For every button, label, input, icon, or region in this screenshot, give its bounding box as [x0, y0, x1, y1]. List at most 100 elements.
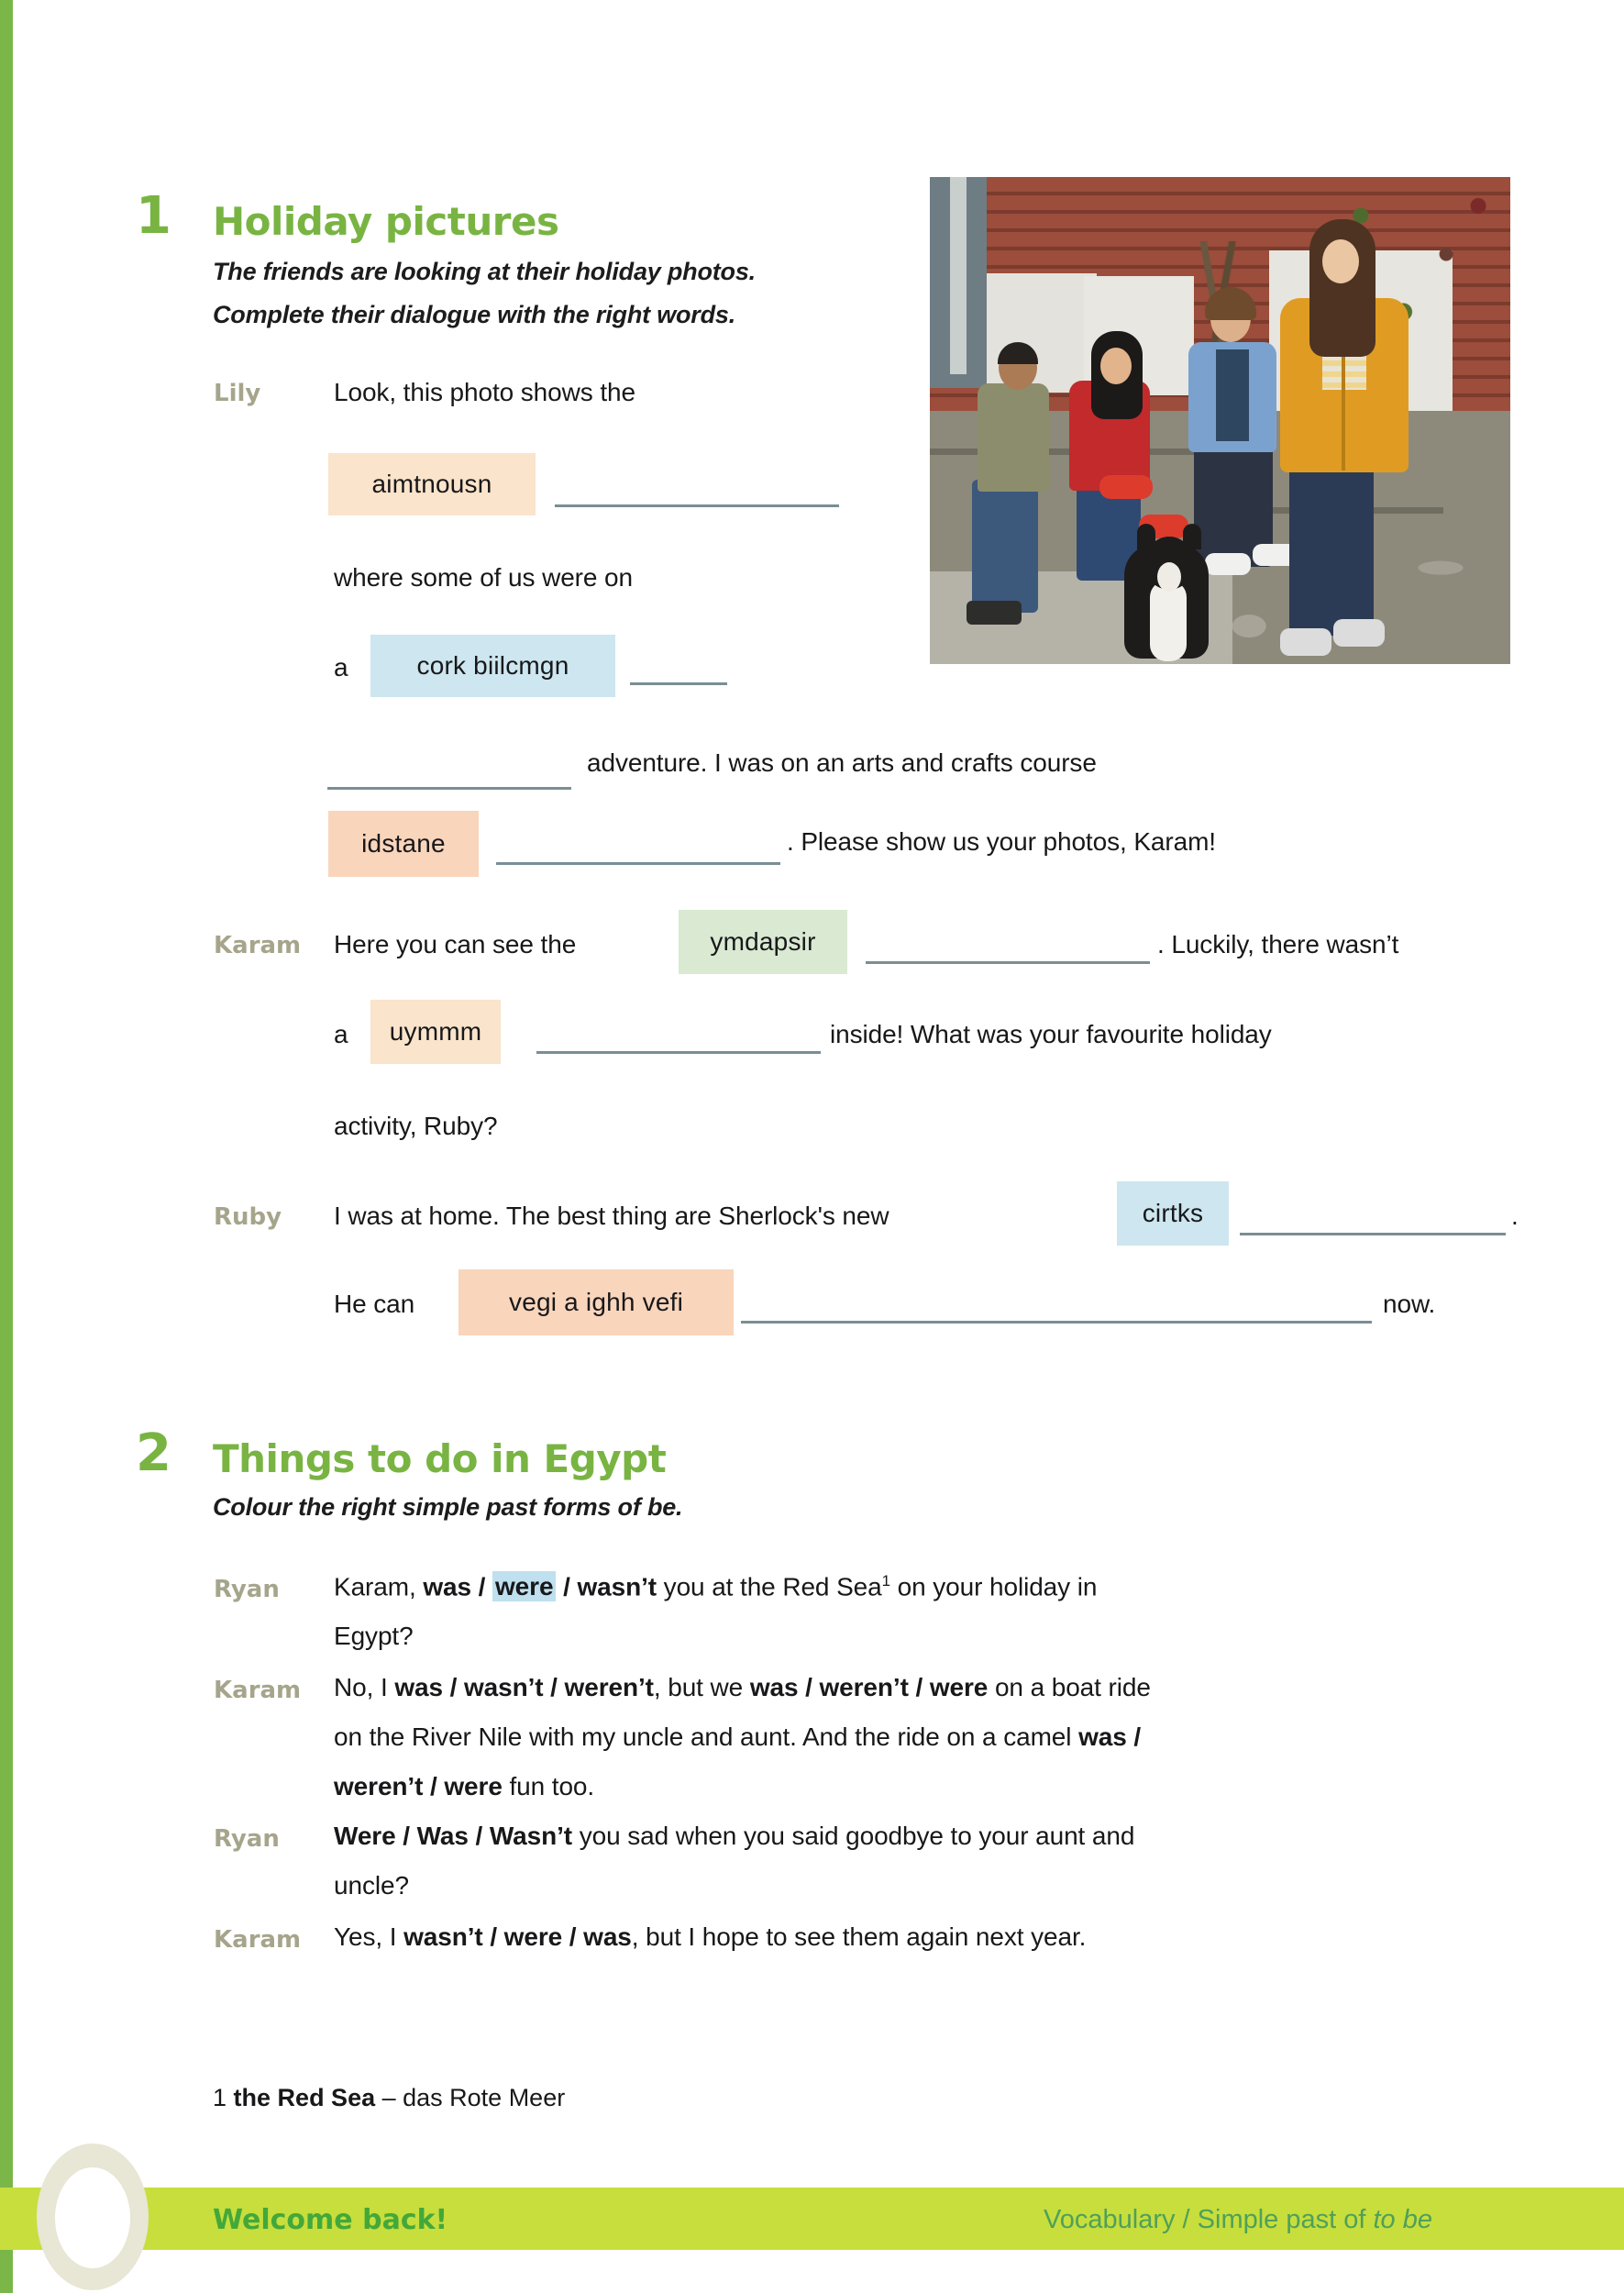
speaker-ryan-2: Ryan [214, 1825, 280, 1853]
chip-cork-biilcmgn[interactable]: cork biilcmgn [370, 635, 615, 697]
speaker-lily: Lily [214, 380, 261, 407]
lily-text-a-1: a [334, 653, 348, 681]
photo-person-1-body [978, 383, 1049, 492]
ryan-1-post: you at the Red Sea [657, 1572, 882, 1601]
footnote-marker: 1 [213, 2084, 227, 2111]
footer-topic-italic: to be [1373, 2205, 1432, 2234]
photo-person-4-face [1322, 239, 1359, 283]
answer-rule-7[interactable] [1240, 1233, 1506, 1235]
exercise-2-instruction-pre: Colour the right simple past forms of [213, 1493, 647, 1521]
karam-1-r2-p1: on the River Nile with my uncle and aunt… [334, 1723, 1079, 1751]
option-was-1[interactable]: was [423, 1572, 471, 1601]
ruby-text-2: . [1511, 1202, 1519, 1230]
karam-line-1-row3: weren’t / were fun too. [334, 1772, 594, 1801]
speaker-ruby: Ruby [214, 1203, 282, 1231]
lily-text-1: Look, this photo shows the [334, 378, 635, 406]
karam-1-p3: on a boat ride [988, 1673, 1151, 1701]
speaker-karam-2: Karam [214, 1677, 302, 1704]
karam-1-r3-p1: fun too. [502, 1772, 595, 1800]
lily-text-3: adventure. I was on an arts and crafts c… [587, 748, 1097, 777]
answer-rule-6[interactable] [536, 1051, 821, 1054]
option-group-karam-1a[interactable]: was / wasn’t / weren’t [394, 1673, 654, 1701]
karam-line-2: Yes, I wasn’t / were / was, but I hope t… [334, 1922, 1086, 1952]
lily-text-4: . Please show us your photos, Karam! [787, 827, 1216, 856]
karam-text-a-1: a [334, 1020, 348, 1048]
ryan-1-tail: on your holiday in [889, 1572, 1098, 1601]
photo-person-1-legs [972, 480, 1038, 613]
ruby-text-1: I was at home. The best thing are Sherlo… [334, 1202, 889, 1230]
photo-person-2-face [1100, 348, 1132, 384]
exercise-2-instruction: Colour the right simple past forms of be… [213, 1493, 683, 1522]
chip-vegi-a-ighh-vefi[interactable]: vegi a ighh vefi [458, 1269, 734, 1335]
option-were-1-selected[interactable]: were [492, 1571, 557, 1602]
holiday-photo [930, 177, 1510, 664]
ryan-1-pre: Karam, [334, 1572, 424, 1601]
answer-rule-8[interactable] [741, 1321, 1372, 1324]
photo-person-2-shoe [1099, 475, 1153, 499]
exercise-2-instruction-bold: be [646, 1493, 677, 1521]
karam-1-p1: No, I [334, 1673, 395, 1701]
chip-cirtks[interactable]: cirtks [1117, 1181, 1229, 1246]
answer-rule-2[interactable] [630, 682, 727, 685]
answer-rule-5[interactable] [866, 961, 1150, 964]
photo-dog-ear-right [1183, 524, 1201, 549]
photo-person-4-shoe-2 [1333, 619, 1385, 647]
photo-dog-ear-left [1137, 524, 1155, 549]
exercise-2-number: 2 [136, 1423, 171, 1483]
footnote-marker-ref: 1 [881, 1572, 890, 1590]
karam-line-1-row2: on the River Nile with my uncle and aunt… [334, 1723, 1141, 1752]
ryan-line-1: Karam, was / were / wasn’t you at the Re… [334, 1571, 1098, 1602]
answer-rule-1[interactable] [555, 504, 839, 507]
karam-2-p1: Yes, I [334, 1922, 404, 1951]
ruby-text-3: He can [334, 1290, 415, 1318]
answer-rule-3[interactable] [327, 787, 571, 790]
footnote-definition: – das Rote Meer [375, 2084, 566, 2111]
photo-person-4-shoe [1280, 628, 1331, 656]
karam-1-p2: , but we [653, 1673, 750, 1701]
photo-person-4-legs [1289, 452, 1374, 636]
photo-person-3-shirt-inner [1216, 349, 1249, 441]
worksheet-page: 1 Holiday pictures The friends are looki… [0, 0, 1624, 2293]
photo-dog-chest [1150, 581, 1187, 661]
ruby-text-4: now. [1383, 1290, 1436, 1318]
speaker-ryan-1: Ryan [214, 1576, 280, 1603]
option-group-karam-1d[interactable]: weren’t / were [334, 1772, 503, 1800]
footer-unit-title: Welcome back! [213, 2204, 448, 2236]
footer-ring-hole [55, 2167, 130, 2268]
photo-person-1-shoe [967, 601, 1022, 625]
option-group-karam-1c[interactable]: was / [1078, 1723, 1141, 1751]
karam-text-1: Here you can see the [334, 930, 577, 958]
photo-door-panel [950, 177, 967, 374]
page-left-edge-bar [0, 0, 13, 2293]
speaker-karam-3: Karam [214, 1926, 302, 1954]
ryan-line-2-row2: uncle? [334, 1871, 409, 1900]
exercise-2-instruction-post: . [676, 1493, 683, 1521]
chip-ymdapsir[interactable]: ymdapsir [679, 910, 847, 974]
ryan-line-1-row2: Egypt? [334, 1622, 414, 1650]
option-group-karam-2[interactable]: wasn’t / were / was [403, 1922, 632, 1951]
answer-rule-4[interactable] [496, 862, 780, 865]
karam-text-2: . Luckily, there wasn’t [1157, 930, 1399, 958]
karam-2-p2: , but I hope to see them again next year… [631, 1922, 1087, 1951]
option-group-karam-1b[interactable]: was / weren’t / were [750, 1673, 989, 1701]
chip-idstane[interactable]: idstane [328, 811, 479, 877]
speaker-karam-1: Karam [214, 932, 302, 959]
chip-uymmm[interactable]: uymmm [370, 1000, 501, 1064]
exercise-1-instruction-line-2: Complete their dialogue with the right w… [213, 301, 736, 328]
ryan-line-2: Were / Was / Wasn’t you sad when you sai… [334, 1822, 1134, 1851]
exercise-2-title: Things to do in Egypt [213, 1436, 667, 1481]
photo-person-3-shoe [1205, 553, 1251, 575]
footer-topic-pre: Vocabulary / Simple past of [1044, 2205, 1374, 2234]
footnote: 1 the Red Sea – das Rote Meer [213, 2084, 565, 2112]
chip-aimtnousn[interactable]: aimtnousn [328, 453, 536, 515]
karam-text-3: inside! What was your favourite holiday [830, 1020, 1272, 1048]
karam-line-1: No, I was / wasn’t / weren’t, but we was… [334, 1673, 1151, 1702]
footnote-term: the Red Sea [233, 2084, 376, 2111]
photo-dog-muzzle [1157, 562, 1181, 592]
option-wasnt-1[interactable]: wasn’t [577, 1572, 657, 1601]
lily-text-2: where some of us were on [334, 563, 633, 592]
option-group-ryan-2[interactable]: Were / Was / Wasn’t [334, 1822, 572, 1850]
exercise-1-instruction-line-1: The friends are looking at their holiday… [213, 258, 756, 285]
exercise-1-title: Holiday pictures [213, 199, 559, 244]
footer-topic-label: Vocabulary / Simple past of to be [1044, 2205, 1432, 2235]
